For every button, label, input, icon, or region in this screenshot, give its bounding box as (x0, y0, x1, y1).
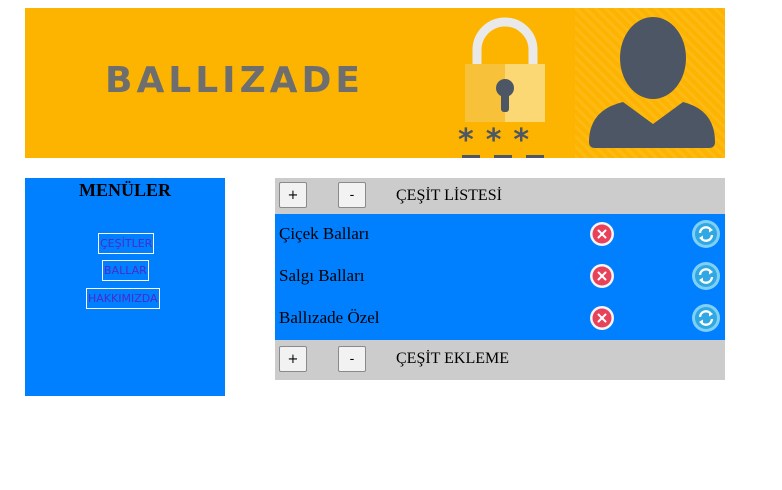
mask-underline (462, 155, 480, 158)
variety-list: Çiçek Balları Salgı Balları Ballızade Öz… (275, 214, 725, 340)
refresh-icon[interactable] (691, 219, 721, 249)
sidebar-title: MENÜLER (78, 180, 171, 200)
list-title: ÇEŞİT LİSTESİ (396, 187, 502, 204)
password-mask: *** (458, 126, 558, 158)
mask-underline (494, 155, 512, 158)
refresh-icon[interactable] (691, 303, 721, 333)
add-button[interactable]: + (279, 346, 307, 372)
list-header-bar: + - ÇEŞİT LİSTESİ (275, 178, 725, 214)
remove-button[interactable]: - (338, 346, 366, 372)
mask-underline (526, 155, 544, 158)
list-item-name: Ballızade Özel (279, 308, 380, 327)
header-banner: BALLIZADE *** (25, 8, 725, 158)
sidebar-item-hakkimizda[interactable]: HAKKIMIZDA (86, 288, 160, 309)
add-variety-title: ÇEŞİT EKLEME (396, 350, 510, 367)
sidebar-item-cesitler[interactable]: ÇEŞİTLER (98, 233, 155, 254)
list-item: Ballızade Özel (275, 298, 725, 340)
add-variety-bar: + - ÇEŞİT EKLEME (275, 340, 725, 380)
brand-logo-text: BALLIZADE (105, 60, 365, 101)
delete-icon[interactable] (589, 263, 615, 289)
sidebar-menu: MENÜLER ÇEŞİTLER BALLAR HAKKIMIZDA (25, 178, 225, 396)
delete-icon[interactable] (589, 221, 615, 247)
list-item: Çiçek Balları (275, 214, 725, 256)
list-item-name: Salgı Balları (279, 266, 365, 285)
list-item: Salgı Balları (275, 256, 725, 298)
sidebar-item-ballar[interactable]: BALLAR (102, 260, 149, 281)
delete-icon[interactable] (589, 305, 615, 331)
list-item-name: Çiçek Balları (279, 224, 370, 243)
remove-button[interactable]: - (338, 182, 366, 208)
refresh-icon[interactable] (691, 261, 721, 291)
add-button[interactable]: + (279, 182, 307, 208)
password-mask-text: *** (458, 123, 542, 158)
user-avatar-icon (589, 17, 715, 148)
